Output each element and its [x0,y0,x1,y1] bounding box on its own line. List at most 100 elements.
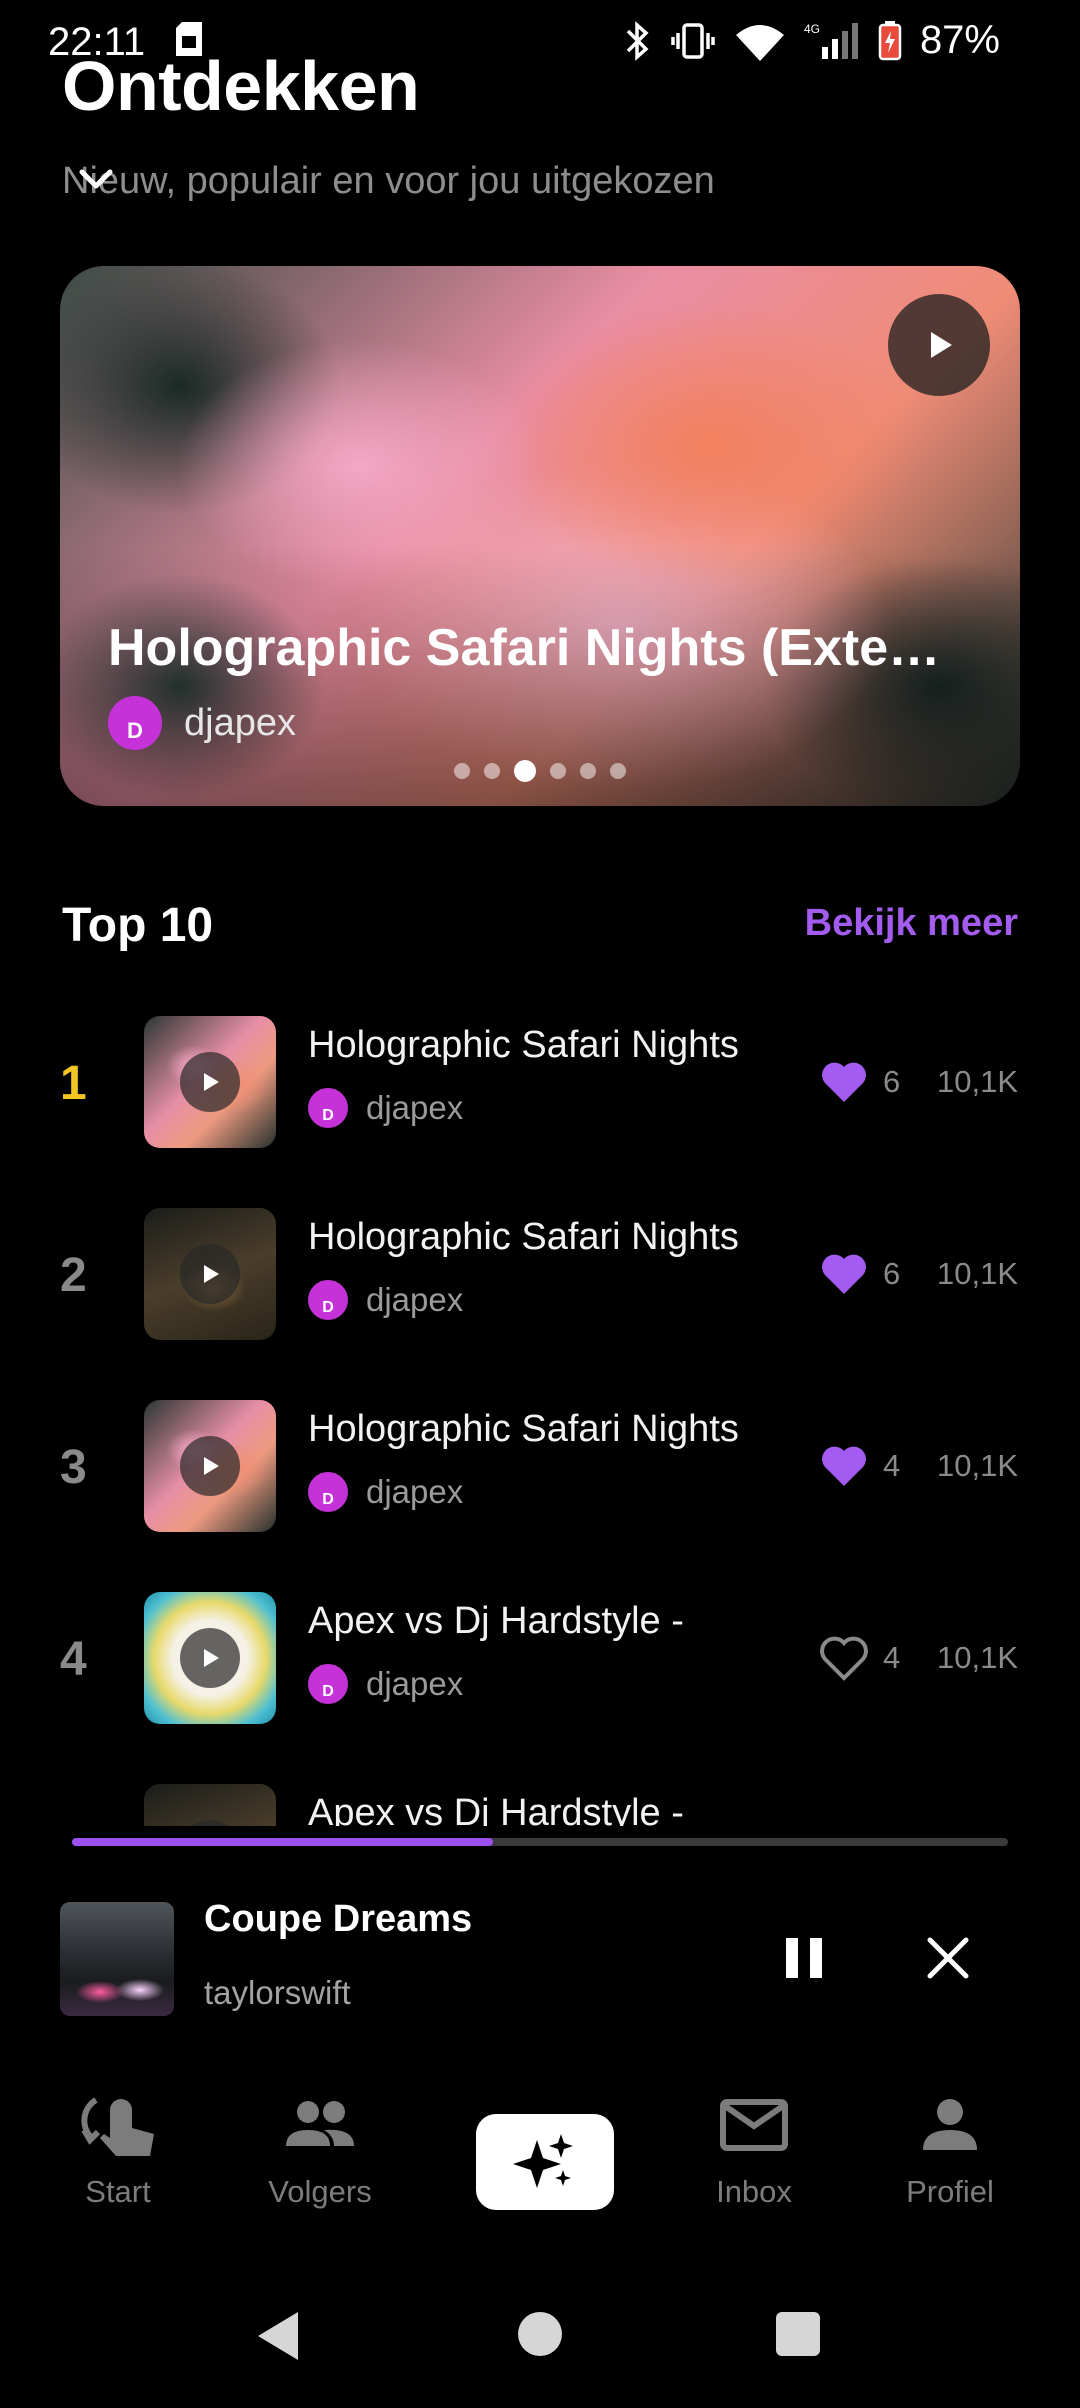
play-icon [204,1457,219,1475]
play-count: 10,1K [936,1448,1018,1483]
carousel-indicator [60,760,1020,782]
avatar: D [308,1664,348,1704]
track-title: Holographic Safari Nights [308,1408,739,1450]
nav-label-profiel: Profiel [906,2174,994,2209]
track-artist[interactable]: D djapex [308,1088,463,1128]
track-stats: 4 10,1K [819,1634,1018,1682]
carousel-dot[interactable] [580,763,596,779]
track-stats: 6 10,1K [819,1250,1018,1298]
track-row[interactable]: 3 Holographic Safari Nights D djapex 4 1… [0,1400,1080,1540]
track-artist[interactable]: D djapex [308,1664,463,1704]
track-rank: 3 [60,1441,87,1494]
track-play-button[interactable] [180,1052,240,1112]
track-artist-name: djapex [366,1473,464,1510]
nav-item-inbox[interactable]: Inbox [664,2090,844,2210]
track-artist-name: djapex [366,1281,464,1318]
sparkle-icon [513,2134,573,2188]
track-artist-name: djapex [366,1089,464,1126]
track-cover[interactable] [144,1592,276,1724]
nav-item-volgers[interactable]: Volgers [230,2090,410,2210]
track-cover[interactable] [144,1400,276,1532]
track-artist[interactable]: D djapex [308,1472,463,1512]
pause-icon[interactable] [782,1934,826,1982]
banner-artist-name: djapex [184,701,296,744]
track-cover[interactable] [144,1208,276,1340]
track-rank: 4 [60,1633,87,1686]
carousel-dot[interactable] [550,763,566,779]
featured-banner[interactable]: Holographic Safari Nights (Exte… D djape… [60,266,1020,806]
track-title: Holographic Safari Nights [308,1024,739,1066]
track-play-button[interactable] [180,1436,240,1496]
track-stats: 4 10,1K [819,1442,1018,1490]
signal-icon: 4G [804,22,858,59]
avatar: D [108,696,162,750]
people-icon [286,2101,354,2146]
wifi-icon [735,24,784,61]
nav-label-volgers: Volgers [268,2174,372,2209]
recents-icon[interactable] [776,2312,820,2356]
track-stats: 6 10,1K [819,1058,1018,1106]
play-icon [931,332,952,358]
bottom-nav: Start Volgers Inbox Profiel [0,2060,1080,2240]
heart-outline-icon[interactable] [819,1634,869,1682]
nav-item-discover[interactable] [476,2114,614,2210]
now-playing-title: Coupe Dreams [204,1898,473,1940]
heart-filled-icon[interactable] [819,1442,869,1490]
status-icons: 4G 87% [622,18,1000,63]
avatar: D [308,1088,348,1128]
carousel-dot[interactable] [454,763,470,779]
play-icon [204,1649,219,1667]
hand-swipe-icon [81,2097,154,2156]
track-cover[interactable] [144,1016,276,1148]
playback-progress[interactable] [72,1838,1008,1846]
track-rank: 1 [60,1057,87,1110]
carousel-dot[interactable] [484,763,500,779]
avatar: D [308,1472,348,1512]
carousel-dot[interactable] [610,763,626,779]
nav-label-inbox: Inbox [716,2174,792,2209]
banner-title: Holographic Safari Nights (Exte… [108,619,941,677]
play-count: 10,1K [936,1256,1018,1291]
vibrate-icon [671,22,715,59]
like-count: 6 [882,1064,901,1099]
nav-item-start[interactable]: Start [28,2090,208,2210]
chevron-down-icon[interactable] [76,164,116,194]
page-subtitle: Nieuw, populair en voor jou uitgekozen [62,160,715,202]
person-icon [923,2099,977,2150]
playback-progress-fill [72,1838,494,1846]
play-count: 10,1K [936,1064,1018,1099]
play-icon [204,1073,219,1091]
track-artist[interactable]: D djapex [308,1280,463,1320]
now-playing-artist: taylorswift [204,1974,351,2011]
avatar: D [308,1280,348,1320]
heart-filled-icon[interactable] [819,1058,869,1106]
heart-filled-icon[interactable] [819,1250,869,1298]
track-row[interactable]: 1 Holographic Safari Nights D djapex 6 1… [0,1016,1080,1156]
like-count: 4 [882,1640,901,1675]
system-nav-bar [0,2300,1080,2408]
track-row[interactable]: 4 Apex vs Dj Hardstyle - D djapex 4 10,1… [0,1592,1080,1732]
track-play-button[interactable] [180,1628,240,1688]
now-playing-cover [60,1902,174,2016]
page-title: Ontdekken [62,47,420,125]
like-count: 6 [882,1256,901,1291]
svg-text:4G: 4G [804,22,820,36]
track-title: Holographic Safari Nights [308,1216,739,1258]
track-row[interactable]: 2 Holographic Safari Nights D djapex 6 1… [0,1208,1080,1348]
section-title-top10: Top 10 [62,899,214,952]
home-icon[interactable] [518,2312,562,2356]
nav-item-profiel[interactable]: Profiel [860,2090,1040,2210]
close-icon[interactable] [924,1934,972,1982]
mini-player[interactable]: Coupe Dreams taylorswift [0,1826,1080,2062]
back-icon[interactable] [254,2308,302,2364]
banner-artist[interactable]: D djapex [108,696,296,750]
track-artist-name: djapex [366,1665,464,1702]
track-title: Apex vs Dj Hardstyle - [308,1600,684,1642]
bluetooth-icon [626,20,649,61]
carousel-dot[interactable] [514,760,536,782]
mail-icon [720,2099,788,2151]
like-count: 4 [882,1448,901,1483]
track-play-button[interactable] [180,1244,240,1304]
banner-play-button[interactable] [888,294,990,396]
see-more-link[interactable]: Bekijk meer [805,902,1018,945]
